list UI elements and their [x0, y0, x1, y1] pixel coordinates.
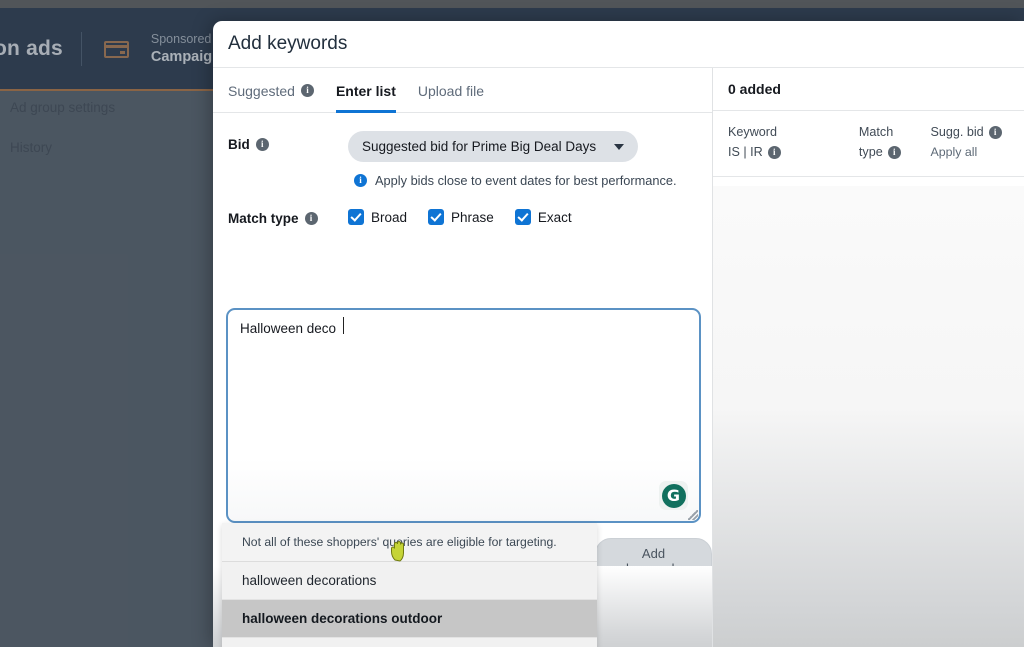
bid-label: Bid	[228, 137, 250, 152]
modal-header: Add keywords	[213, 21, 1024, 68]
bid-select-value: Suggested bid for Prime Big Deal Days	[362, 139, 597, 154]
grammarly-glyph: G	[661, 483, 686, 508]
grammarly-icon[interactable]: G	[659, 481, 688, 510]
info-icon[interactable]: i	[887, 145, 901, 159]
column-header-sugg-bid: Sugg. bid i Apply all	[930, 123, 1009, 162]
bid-select[interactable]: Suggested bid for Prime Big Deal Days	[348, 131, 639, 162]
checkbox-exact[interactable]: Exact	[514, 209, 572, 225]
checkbox-phrase-label: Phrase	[451, 209, 494, 225]
added-count: 0 added	[728, 81, 781, 97]
bid-row: Bid i Suggested bid for Prime Big Deal D…	[228, 131, 712, 162]
keyword-entry-pane: Suggested i Enter list Upload file Bid i	[213, 68, 712, 647]
form-fields: Bid i Suggested bid for Prime Big Deal D…	[213, 113, 712, 226]
info-icon[interactable]: i	[300, 84, 314, 97]
modal-tabs: Suggested i Enter list Upload file	[213, 68, 712, 113]
column-header-match-label: Match	[858, 125, 894, 139]
match-type-row: Match type i Broad Phrase Exact	[228, 205, 712, 226]
checkbox-checked-icon	[348, 209, 364, 225]
tab-suggested-label: Suggested	[228, 82, 295, 99]
tab-upload-file-label: Upload file	[417, 82, 485, 99]
checkbox-phrase[interactable]: Phrase	[428, 209, 494, 225]
tab-enter-list[interactable]: Enter list	[335, 68, 396, 113]
tab-upload-file[interactable]: Upload file	[418, 68, 484, 113]
column-header-sugg-bid-label: Sugg. bid	[930, 125, 984, 139]
list-item[interactable]: halloween decorations outdoor	[222, 600, 597, 638]
match-type-label-group: Match type i	[228, 205, 348, 226]
list-item[interactable]: halloween decorations	[222, 562, 597, 600]
added-keywords-empty-list	[713, 186, 1024, 647]
bid-hint-text: Apply bids close to event dates for best…	[375, 173, 677, 188]
info-icon[interactable]: i	[988, 126, 1002, 140]
suggestions-note: Not all of these shoppers' queries are e…	[222, 523, 597, 562]
textarea-resize-handle[interactable]	[688, 510, 698, 520]
apply-all-link[interactable]: Apply all	[930, 143, 1009, 162]
text-cursor	[343, 317, 344, 334]
modal-title: Add keywords	[228, 33, 348, 54]
info-icon[interactable]: i	[767, 145, 781, 159]
info-icon[interactable]: i	[255, 138, 269, 151]
added-keywords-pane: 0 added Keyword IS | IR i Match type i S…	[712, 68, 1024, 647]
column-header-keyword: Keyword IS | IR i	[728, 123, 859, 162]
info-icon: i	[354, 174, 367, 187]
tab-enter-list-label: Enter list	[335, 82, 396, 99]
match-type-label: Match type	[228, 211, 299, 226]
keyword-textarea-wrapper: G	[226, 308, 701, 523]
column-header-match-type: Match type i	[859, 123, 931, 162]
checkbox-broad-label: Broad	[371, 209, 408, 225]
info-icon[interactable]: i	[304, 212, 318, 225]
added-keywords-table-header: Keyword IS | IR i Match type i Sugg. bid…	[713, 111, 1024, 178]
match-type-checkboxes: Broad Phrase Exact	[348, 205, 572, 225]
checkbox-checked-icon	[428, 209, 445, 225]
checkbox-checked-icon	[514, 209, 531, 225]
column-header-match-sub: type	[858, 144, 883, 159]
bid-label-group: Bid i	[228, 131, 348, 152]
add-keywords-modal: Add keywords Suggested i Enter list Uplo…	[213, 21, 1024, 647]
bid-hint: i Apply bids close to event dates for be…	[354, 173, 712, 188]
tab-suggested[interactable]: Suggested i	[228, 68, 314, 113]
column-header-keyword-label: Keyword	[728, 125, 777, 139]
chevron-down-icon	[614, 143, 625, 150]
keyword-suggestions-dropdown: Not all of these shoppers' queries are e…	[222, 523, 597, 647]
list-item[interactable]: halloween decorations indoor	[222, 638, 597, 647]
column-header-keyword-sub: IS | IR	[728, 144, 763, 159]
modal-body: Suggested i Enter list Upload file Bid i	[213, 68, 1024, 647]
added-count-bar: 0 added	[713, 68, 1024, 111]
checkbox-exact-label: Exact	[537, 209, 572, 225]
keyword-textarea[interactable]	[226, 308, 701, 523]
checkbox-broad[interactable]: Broad	[348, 209, 407, 225]
